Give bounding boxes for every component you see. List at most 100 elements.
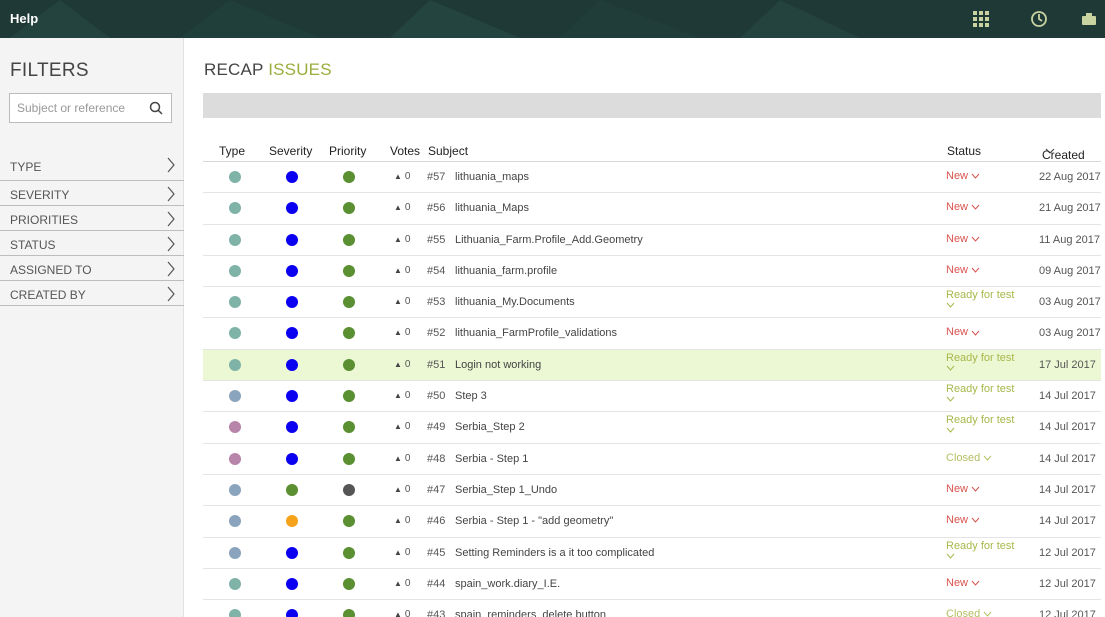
vote-button[interactable]: ▲ 0 — [394, 234, 410, 245]
severity-indicator[interactable] — [286, 452, 298, 465]
issue-row[interactable]: ▲ 0 #47 Serbia_Step 1_Undo New 14 Jul 2017 — [203, 475, 1101, 507]
type-indicator[interactable] — [229, 609, 241, 617]
issue-row[interactable]: ▲ 0 #52 lithuania_FarmProfile_validations Ne… — [203, 318, 1101, 350]
status-dropdown[interactable]: Ready for test — [946, 352, 1026, 371]
status-dropdown[interactable]: New — [946, 264, 1026, 276]
help-link[interactable]: Help — [10, 8, 38, 30]
type-indicator[interactable] — [229, 296, 241, 309]
filter-type[interactable]: TYPE — [0, 152, 184, 181]
status-dropdown[interactable]: New — [946, 327, 1026, 338]
priority-indicator[interactable] — [343, 609, 355, 617]
issue-subject-link[interactable]: Serbia - Step 1 - "add geometry" — [455, 515, 613, 527]
filter-priorities[interactable]: PRIORITIES — [0, 206, 184, 231]
type-indicator[interactable] — [229, 452, 241, 465]
issue-subject-link[interactable]: Lithuania_Farm.Profile_Add.Geometry — [455, 234, 643, 246]
issue-row[interactable]: ▲ 0 #55 Lithuania_Farm.Profile_Add.Geometry… — [203, 225, 1101, 256]
vote-button[interactable]: ▲ 0 — [394, 453, 410, 464]
status-dropdown[interactable]: Ready for test — [946, 290, 1026, 308]
severity-indicator[interactable] — [286, 171, 298, 183]
type-indicator[interactable] — [229, 233, 241, 246]
issue-subject-link[interactable]: lithuania_Maps — [455, 202, 529, 214]
priority-indicator[interactable] — [343, 264, 355, 277]
severity-indicator[interactable] — [286, 483, 298, 496]
status-dropdown[interactable]: Ready for test — [946, 415, 1026, 434]
column-subject[interactable]: Subject — [428, 144, 468, 158]
severity-indicator[interactable] — [286, 296, 298, 309]
issue-subject-link[interactable]: lithuania_My.Documents — [455, 296, 575, 308]
issue-subject-link[interactable]: spain_reminders_delete button — [455, 609, 606, 617]
issue-subject-link[interactable]: Serbia_Step 1_Undo — [455, 484, 557, 496]
clock-icon[interactable] — [1030, 10, 1048, 28]
type-indicator[interactable] — [229, 577, 241, 590]
apps-grid-icon[interactable] — [972, 10, 990, 28]
issue-subject-link[interactable]: Login not working — [455, 359, 541, 371]
priority-indicator[interactable] — [343, 483, 355, 496]
severity-indicator[interactable] — [286, 515, 298, 528]
vote-button[interactable]: ▲ 0 — [394, 171, 410, 182]
priority-indicator[interactable] — [343, 546, 355, 559]
filter-severity[interactable]: SEVERITY — [0, 181, 184, 206]
vote-button[interactable]: ▲ 0 — [394, 327, 410, 338]
vote-button[interactable]: ▲ 0 — [394, 359, 410, 370]
issue-row[interactable]: ▲ 0 #57 lithuania_maps New 22 Aug 2017 — [203, 162, 1101, 194]
type-indicator[interactable] — [229, 515, 241, 528]
vote-button[interactable]: ▲ 0 — [394, 390, 410, 401]
priority-indicator[interactable] — [343, 327, 355, 340]
type-indicator[interactable] — [229, 390, 241, 403]
severity-indicator[interactable] — [286, 546, 298, 559]
vote-button[interactable]: ▲ 0 — [394, 609, 410, 617]
status-dropdown[interactable]: Closed — [946, 452, 1026, 464]
column-type[interactable]: Type — [219, 144, 245, 158]
status-dropdown[interactable]: Ready for test — [946, 384, 1026, 402]
issue-row[interactable]: ▲ 0 #44 spain_work.diary_I.E. New 12 Jul 2017 — [203, 569, 1101, 601]
vote-button[interactable]: ▲ 0 — [394, 202, 410, 213]
type-indicator[interactable] — [229, 264, 241, 277]
vote-button[interactable]: ▲ 0 — [394, 484, 410, 495]
status-dropdown[interactable]: New — [946, 515, 1026, 526]
issue-row[interactable]: ▲ 0 #48 Serbia - Step 1 Closed 14 Jul 2017 — [203, 444, 1101, 475]
severity-indicator[interactable] — [286, 390, 298, 403]
priority-indicator[interactable] — [343, 233, 355, 246]
severity-indicator[interactable] — [286, 358, 298, 371]
issue-subject-link[interactable]: Serbia_Step 2 — [455, 421, 525, 433]
issue-row[interactable]: ▲ 0 #54 lithuania_farm.profile New 09 Aug 201… — [203, 256, 1101, 288]
type-indicator[interactable] — [229, 202, 241, 215]
priority-indicator[interactable] — [343, 296, 355, 309]
issue-subject-link[interactable]: spain_work.diary_I.E. — [455, 578, 560, 590]
issue-subject-link[interactable]: lithuania_FarmProfile_validations — [455, 327, 617, 339]
vote-button[interactable]: ▲ 0 — [394, 515, 410, 526]
severity-indicator[interactable] — [286, 233, 298, 246]
filter-status[interactable]: STATUS — [0, 231, 184, 256]
issue-subject-link[interactable]: Serbia - Step 1 — [455, 453, 528, 465]
severity-indicator[interactable] — [286, 202, 298, 215]
status-dropdown[interactable]: New — [946, 483, 1026, 495]
issue-row[interactable]: ▲ 0 #56 lithuania_Maps New 21 Aug 2017 — [203, 193, 1101, 225]
type-indicator[interactable] — [229, 483, 241, 496]
issue-row[interactable]: ▲ 0 #46 Serbia - Step 1 - "add geometry" New… — [203, 506, 1101, 538]
column-status[interactable]: Status — [947, 144, 981, 158]
vote-button[interactable]: ▲ 0 — [394, 578, 410, 589]
status-dropdown[interactable]: Closed — [946, 609, 1026, 617]
vote-button[interactable]: ▲ 0 — [394, 421, 410, 432]
status-dropdown[interactable]: New — [946, 577, 1026, 589]
priority-indicator[interactable] — [343, 577, 355, 590]
type-indicator[interactable] — [229, 358, 241, 371]
search-input[interactable] — [10, 94, 140, 122]
severity-indicator[interactable] — [286, 327, 298, 340]
issue-subject-link[interactable]: Step 3 — [455, 390, 487, 402]
issue-row[interactable]: ▲ 0 #51 Login not working Ready for test 17 J… — [203, 349, 1101, 382]
type-indicator[interactable] — [229, 546, 241, 559]
status-dropdown[interactable]: New — [946, 202, 1026, 213]
column-severity[interactable]: Severity — [269, 144, 312, 158]
issue-row[interactable]: ▲ 0 #45 Setting Reminders is a it too compl… — [203, 538, 1101, 569]
status-dropdown[interactable]: Ready for test — [946, 540, 1026, 559]
priority-indicator[interactable] — [343, 515, 355, 528]
column-created[interactable]: Created — [1042, 144, 1085, 162]
issue-subject-link[interactable]: lithuania_maps — [455, 171, 529, 183]
priority-indicator[interactable] — [343, 358, 355, 371]
status-dropdown[interactable]: New — [946, 233, 1026, 245]
severity-indicator[interactable] — [286, 421, 298, 434]
issue-subject-link[interactable]: lithuania_farm.profile — [455, 265, 557, 277]
issue-row[interactable]: ▲ 0 #50 Step 3 Ready for test 14 Jul 2017 — [203, 381, 1101, 413]
type-indicator[interactable] — [229, 421, 241, 434]
